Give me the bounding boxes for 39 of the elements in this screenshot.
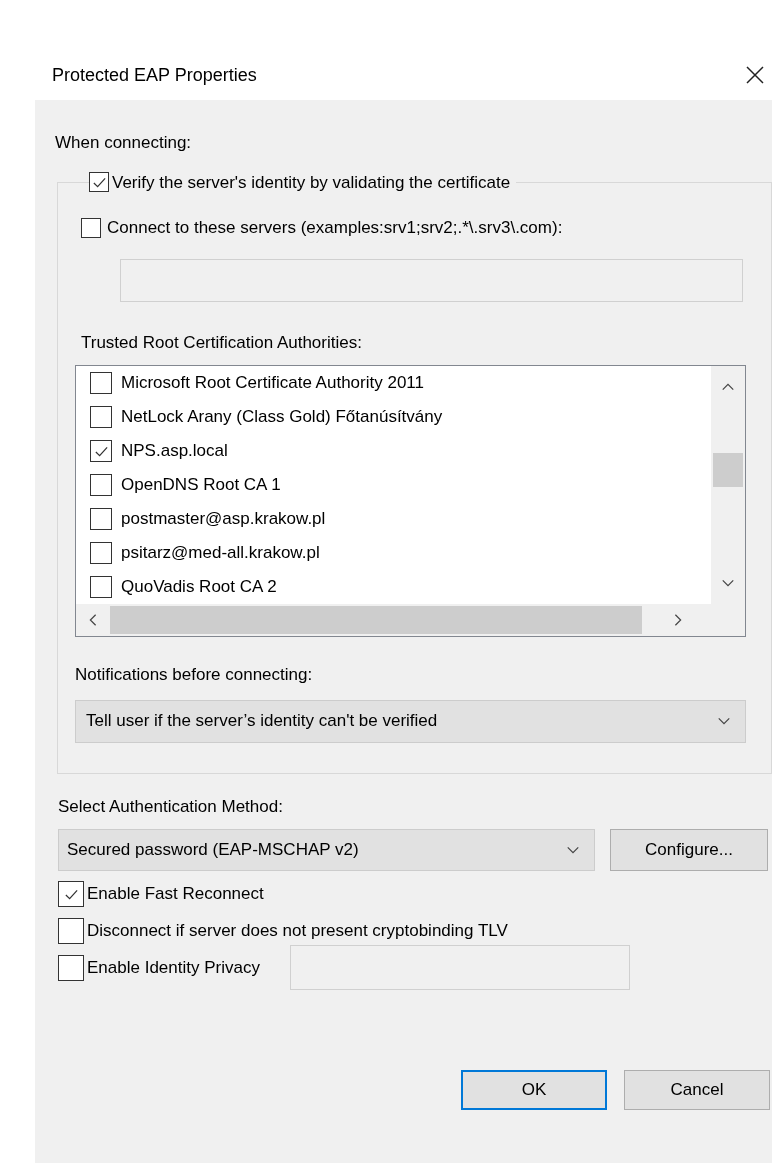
checkbox[interactable] (81, 217, 101, 238)
checkbox[interactable] (90, 576, 112, 598)
scrollbar-thumb[interactable] (713, 453, 743, 487)
dialog-button[interactable]: OK (461, 1070, 607, 1110)
window-title: Protected EAP Properties (52, 63, 257, 87)
checkbox[interactable] (90, 508, 112, 530)
checkbox[interactable] (90, 542, 112, 564)
notifications-dropdown[interactable]: Tell user if the server’s identity can't be verified (75, 699, 746, 743)
certificate-item[interactable]: NetLock Arany (Class Gold) Főtanúsítvány (90, 404, 711, 430)
checkbox-label: Connect to these servers (examples:srv1;srv2;.*\.srv3\.com): (107, 217, 563, 239)
close-icon (745, 65, 765, 85)
checkbox-label: Enable Fast Reconnect (87, 883, 264, 906)
certificate-item[interactable]: QuoVadis Root CA 2 (90, 574, 711, 600)
authentication-dropdown[interactable]: Secured password (EAP-MSCHAP v2) (58, 829, 595, 871)
checkbox-label: Verify the server's identity by validating the certificate (112, 171, 511, 194)
section-label: When connecting: (55, 132, 193, 154)
checkbox[interactable] (58, 955, 84, 981)
certificate-item[interactable]: OpenDNS Root CA 1 (90, 472, 711, 498)
checkbox[interactable] (90, 372, 112, 394)
field-label: Notifications before connecting: (75, 664, 314, 686)
configure-button[interactable]: Configure... (610, 829, 768, 871)
certificate-item[interactable]: Microsoft Root Certificate Authority 2011 (90, 370, 711, 396)
dialog-button[interactable]: Cancel (624, 1070, 770, 1110)
checkbox[interactable] (90, 406, 112, 428)
vertical-scrollbar[interactable] (711, 366, 745, 604)
checkbox[interactable] (58, 918, 84, 944)
checkbox[interactable] (58, 881, 84, 907)
certificate-item[interactable]: psitarz@med-all.krakow.pl (90, 540, 711, 566)
checkbox[interactable] (90, 474, 112, 496)
certificate-item[interactable]: NPS.asp.local (90, 438, 711, 464)
checkbox[interactable] (90, 440, 112, 462)
certificate-item[interactable]: postmaster@asp.krakow.pl (90, 506, 711, 532)
field-label: Trusted Root Certification Authorities: (81, 331, 363, 354)
checkbox[interactable] (89, 172, 109, 193)
field-label: Select Authentication Method: (58, 795, 284, 818)
scrollbar-thumb[interactable] (110, 606, 642, 634)
checkbox-label: Disconnect if server does not present cryptobinding TLV (87, 920, 508, 943)
horizontal-scrollbar[interactable] (76, 604, 745, 636)
checkbox-label: Enable Identity Privacy (87, 957, 260, 980)
